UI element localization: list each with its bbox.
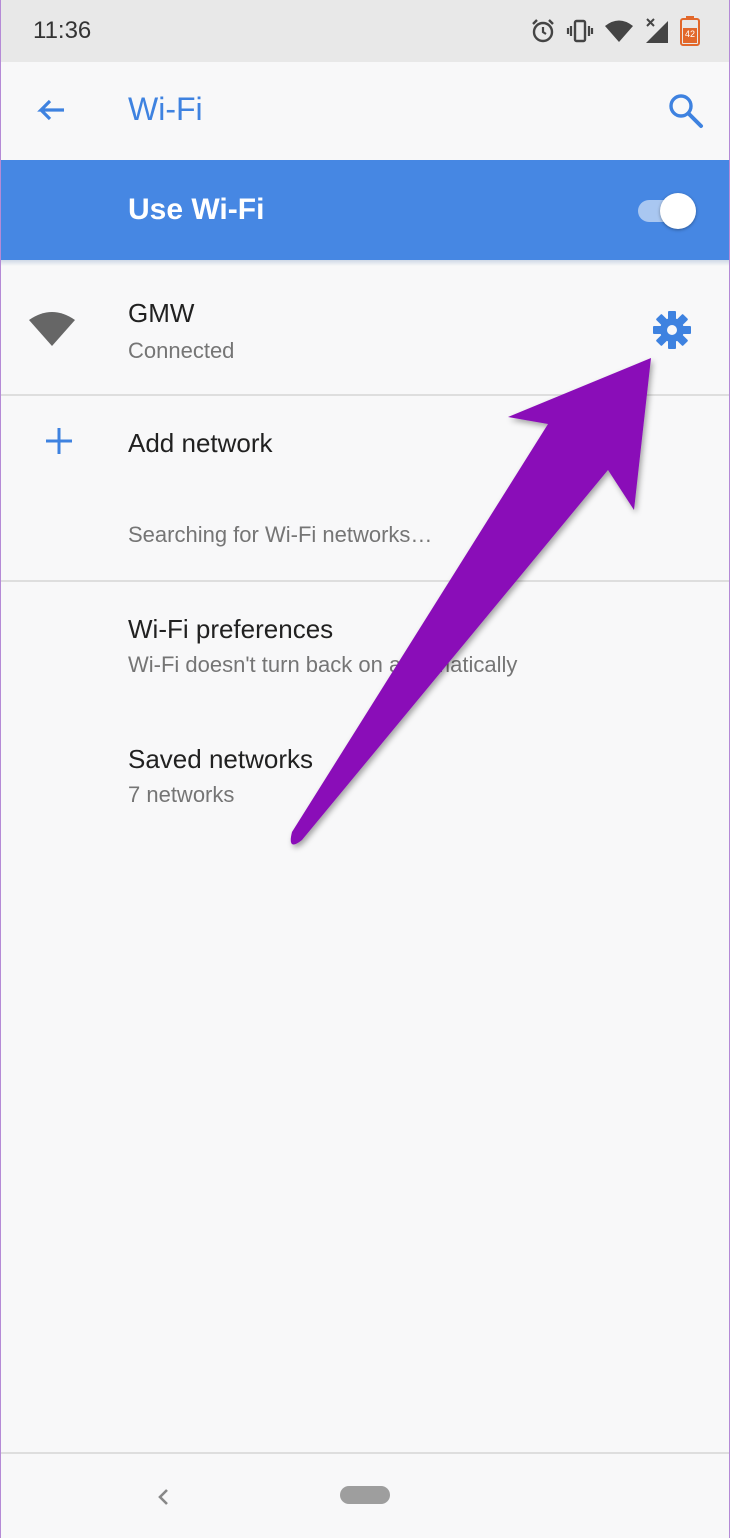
battery-icon: 42 <box>680 16 700 46</box>
wifi-status-icon <box>605 20 633 42</box>
connected-network-row[interactable]: GMW Connected <box>0 266 730 394</box>
back-button[interactable] <box>30 92 70 132</box>
wifi-preferences-subtitle: Wi-Fi doesn't turn back on automatically <box>128 652 518 677</box>
network-status: Connected <box>128 338 235 363</box>
battery-level: 42 <box>685 29 695 39</box>
use-wifi-label: Use Wi-Fi <box>128 193 265 226</box>
vibrate-icon <box>566 19 594 43</box>
wifi-signal-icon <box>29 312 75 346</box>
navigation-bar <box>0 1452 730 1538</box>
status-bar: 11:36 42 <box>0 0 730 62</box>
page-title: Wi-Fi <box>128 91 203 127</box>
saved-networks-count: 7 networks <box>128 782 235 807</box>
saved-networks-row[interactable]: Saved networks 7 networks <box>0 712 730 832</box>
use-wifi-toggle[interactable] <box>636 193 696 229</box>
status-time: 11:36 <box>33 17 92 44</box>
add-network-label: Add network <box>128 428 273 458</box>
toggle-thumb <box>660 193 696 229</box>
network-settings-button[interactable] <box>650 308 694 352</box>
alarm-icon <box>532 19 554 43</box>
status-icons: 42 <box>530 16 700 46</box>
app-bar: Wi-Fi <box>0 62 730 160</box>
wifi-preferences-title: Wi-Fi preferences <box>128 614 334 644</box>
nav-back-icon[interactable] <box>150 1482 178 1512</box>
add-network-row[interactable]: Add network <box>0 396 730 488</box>
saved-networks-title: Saved networks <box>128 744 313 774</box>
network-name: GMW <box>128 298 195 328</box>
plus-icon <box>46 428 72 454</box>
search-icon <box>669 94 703 128</box>
wifi-preferences-row[interactable]: Wi-Fi preferences Wi-Fi doesn't turn bac… <box>0 582 730 702</box>
gear-icon <box>653 311 691 349</box>
arrow-left-icon <box>37 99 64 121</box>
cell-signal-icon <box>646 18 668 43</box>
searching-status: Searching for Wi-Fi networks… <box>128 522 433 547</box>
search-button[interactable] <box>665 90 707 132</box>
use-wifi-bar[interactable]: Use Wi-Fi <box>0 160 730 260</box>
nav-home-pill[interactable] <box>340 1486 390 1504</box>
